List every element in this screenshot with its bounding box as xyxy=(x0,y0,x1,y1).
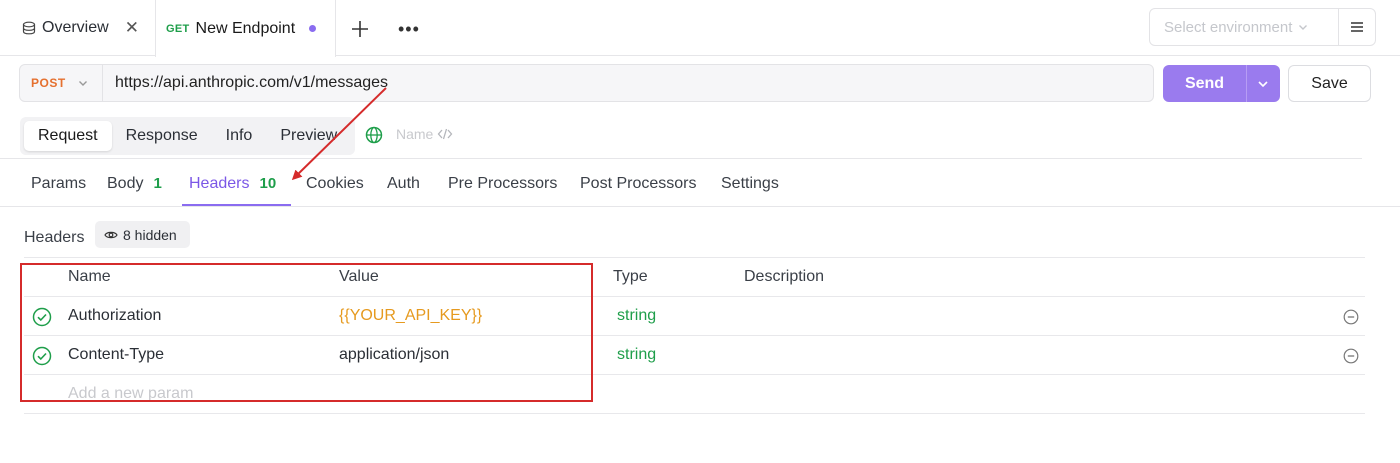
tab-post-processors-label: Post Processors xyxy=(580,174,697,192)
tab-settings[interactable]: Settings xyxy=(721,160,779,207)
globe-icon[interactable] xyxy=(365,126,383,144)
tab-pre-processors-label: Pre Processors xyxy=(448,174,558,192)
url-bar: POST xyxy=(19,64,1154,102)
segment-response[interactable]: Response xyxy=(112,121,212,151)
tab-params[interactable]: Params xyxy=(31,160,86,207)
table-header-row: Name Value Type Description xyxy=(24,257,1365,297)
request-subtabs: Params Body 1 Headers 10 Cookies Auth Pr… xyxy=(0,160,1400,207)
tab-title: New Endpoint xyxy=(195,19,296,37)
unsaved-dot-icon xyxy=(309,25,317,32)
param-value[interactable]: {{YOUR_API_KEY}} xyxy=(339,297,482,335)
headers-section-title: Headers xyxy=(24,229,85,246)
hidden-count: 8 hidden xyxy=(123,226,177,243)
param-name[interactable]: Authorization xyxy=(68,297,161,335)
table-row-new: Add a new param xyxy=(24,375,1365,414)
environment-placeholder: Select environment xyxy=(1164,18,1293,36)
tab-new-endpoint[interactable]: GET New Endpoint xyxy=(155,0,336,57)
check-circle-icon[interactable] xyxy=(32,346,52,366)
save-button[interactable]: Save xyxy=(1288,65,1371,102)
param-type[interactable]: string xyxy=(617,297,656,335)
close-icon[interactable]: ✕ xyxy=(125,18,139,38)
tab-headers-label: Headers xyxy=(189,174,250,192)
tab-body-label: Body xyxy=(107,174,144,192)
send-divider xyxy=(1246,65,1247,102)
table-row: Content-Type application/json string xyxy=(24,336,1365,375)
segment-request[interactable]: Request xyxy=(24,121,112,151)
name-placeholder: Name xyxy=(396,126,434,142)
add-param-input[interactable]: Add a new param xyxy=(68,375,193,413)
remove-icon[interactable] xyxy=(1343,309,1359,325)
column-value: Value xyxy=(339,268,379,285)
name-field[interactable]: Name xyxy=(396,126,453,142)
url-input[interactable] xyxy=(115,74,1115,92)
environment-menu-button[interactable] xyxy=(1338,8,1376,46)
active-tab-underline xyxy=(182,204,291,206)
column-name: Name xyxy=(68,268,111,285)
param-name[interactable]: Content-Type xyxy=(68,336,164,374)
tab-cookies[interactable]: Cookies xyxy=(306,160,364,207)
tab-headers[interactable]: Headers 10 xyxy=(189,160,276,207)
tab-body[interactable]: Body 1 xyxy=(107,160,162,207)
tab-bar: Overview ✕ GET New Endpoint ••• Select e… xyxy=(0,0,1400,57)
more-icon[interactable]: ••• xyxy=(398,20,420,38)
hamburger-icon xyxy=(1351,22,1363,32)
chevron-down-icon[interactable] xyxy=(1257,78,1269,90)
param-type[interactable]: string xyxy=(617,336,656,374)
view-segmented-control: Request Response Info Preview xyxy=(20,117,356,155)
hidden-headers-toggle[interactable]: 8 hidden xyxy=(95,221,190,248)
tab-params-label: Params xyxy=(31,174,87,192)
tab-post-processors[interactable]: Post Processors xyxy=(580,160,696,207)
tab-auth-label: Auth xyxy=(387,174,420,192)
remove-icon[interactable] xyxy=(1343,348,1359,364)
table-row: Authorization {{YOUR_API_KEY}} string xyxy=(24,297,1365,336)
method-label: POST xyxy=(31,76,66,90)
method-select[interactable]: POST xyxy=(20,65,103,101)
tab-body-count: 1 xyxy=(153,175,162,192)
column-description: Description xyxy=(744,268,825,285)
send-label: Send xyxy=(1184,74,1225,92)
database-icon xyxy=(22,21,36,35)
eye-icon xyxy=(104,231,118,238)
tab-overview[interactable]: Overview ✕ xyxy=(22,0,139,56)
check-circle-icon[interactable] xyxy=(32,307,52,327)
plus-icon[interactable] xyxy=(350,19,370,39)
tab-auth[interactable]: Auth xyxy=(387,160,420,207)
tab-headers-count: 10 xyxy=(259,175,277,192)
chevron-down-icon xyxy=(1299,25,1308,30)
chevron-down-icon xyxy=(78,81,87,86)
view-bar: Request Response Info Preview Name xyxy=(0,112,1362,159)
tab-settings-label: Settings xyxy=(721,174,779,192)
send-button[interactable]: Send xyxy=(1163,65,1280,102)
param-value[interactable]: application/json xyxy=(339,336,449,374)
column-type: Type xyxy=(613,268,648,285)
tab-cookies-label: Cookies xyxy=(306,174,364,192)
tab-overview-label: Overview xyxy=(42,19,109,36)
environment-select[interactable]: Select environment xyxy=(1149,8,1339,46)
tab-pre-processors[interactable]: Pre Processors xyxy=(448,160,557,207)
segment-preview[interactable]: Preview xyxy=(266,121,351,151)
code-icon[interactable] xyxy=(437,127,453,141)
tab-method-badge: GET xyxy=(166,22,190,35)
segment-info[interactable]: Info xyxy=(212,121,267,151)
